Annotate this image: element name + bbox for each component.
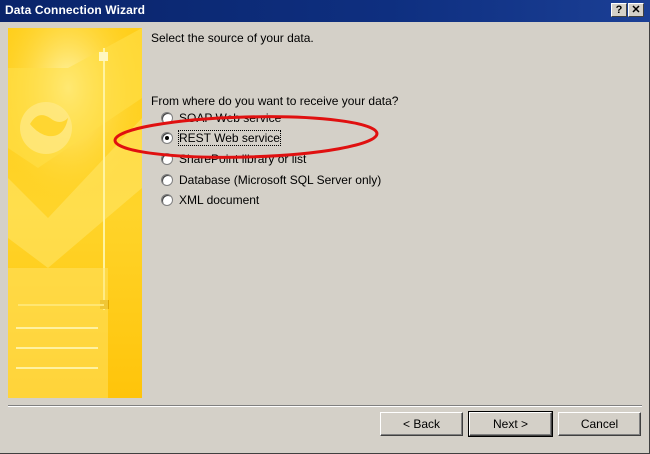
title-bar[interactable]: Data Connection Wizard ? ✕ — [0, 0, 650, 22]
page-heading: Select the source of your data. — [151, 31, 314, 45]
option-label: SOAP Web service — [179, 111, 282, 125]
option-database[interactable]: Database (Microsoft SQL Server only) — [161, 172, 381, 188]
source-question: From where do you want to receive your d… — [151, 94, 399, 108]
back-button[interactable]: < Back — [380, 412, 463, 436]
data-connection-wizard-dialog: Data Connection Wizard ? ✕ Select the so… — [0, 0, 650, 454]
radio-soap[interactable] — [161, 112, 173, 124]
option-rest-web-service[interactable]: REST Web service — [161, 130, 281, 146]
close-button[interactable]: ✕ — [628, 3, 644, 17]
radio-rest[interactable] — [161, 132, 173, 144]
footer-separator — [8, 405, 642, 407]
help-button[interactable]: ? — [611, 3, 627, 17]
option-sharepoint-list[interactable]: SharePoint library or list — [161, 151, 306, 167]
radio-database[interactable] — [161, 174, 173, 186]
radio-xml[interactable] — [161, 194, 173, 206]
cancel-button[interactable]: Cancel — [558, 412, 641, 436]
next-button[interactable]: Next > — [468, 411, 553, 437]
option-label: XML document — [179, 193, 260, 207]
option-soap-web-service[interactable]: SOAP Web service — [161, 110, 281, 126]
option-xml-document[interactable]: XML document — [161, 192, 259, 208]
option-label: SharePoint library or list — [179, 152, 307, 166]
window-title: Data Connection Wizard — [5, 3, 146, 17]
option-label: Database (Microsoft SQL Server only) — [179, 173, 382, 187]
wizard-illustration — [8, 28, 142, 398]
radio-sharepoint[interactable] — [161, 153, 173, 165]
option-label: REST Web service — [178, 130, 281, 146]
